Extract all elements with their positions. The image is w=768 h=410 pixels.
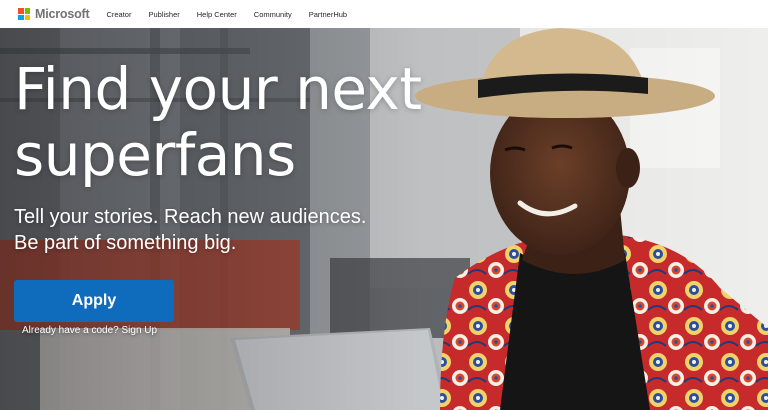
- microsoft-logo-icon: [18, 8, 30, 20]
- sign-up-link[interactable]: Sign Up: [122, 325, 158, 336]
- hero-subline: Tell your stories. Reach new audiences. …: [14, 204, 394, 256]
- nav-link-publisher[interactable]: Publisher: [148, 10, 179, 19]
- signup-prefix-text: Already have a code?: [22, 325, 119, 336]
- top-nav: Microsoft Creator Publisher Help Center …: [0, 0, 768, 28]
- subline-line-2: Be part of something big.: [14, 232, 237, 254]
- headline-line-1: Find your next: [14, 55, 422, 123]
- nav-link-community[interactable]: Community: [254, 10, 292, 19]
- hero-section: Find your next superfans Tell your stori…: [0, 28, 768, 410]
- signup-prompt: Already have a code? Sign Up: [22, 325, 157, 336]
- nav-link-partnerhub[interactable]: PartnerHub: [309, 10, 347, 19]
- logo-text: Microsoft: [35, 7, 90, 21]
- hero-headline: Find your next superfans: [14, 56, 484, 188]
- nav-link-creator[interactable]: Creator: [106, 10, 131, 19]
- headline-line-2: superfans: [14, 121, 296, 189]
- nav-link-help-center[interactable]: Help Center: [197, 10, 237, 19]
- microsoft-logo[interactable]: Microsoft: [18, 7, 90, 21]
- apply-button[interactable]: Apply: [14, 280, 174, 322]
- subline-line-1: Tell your stories. Reach new audiences.: [14, 206, 367, 228]
